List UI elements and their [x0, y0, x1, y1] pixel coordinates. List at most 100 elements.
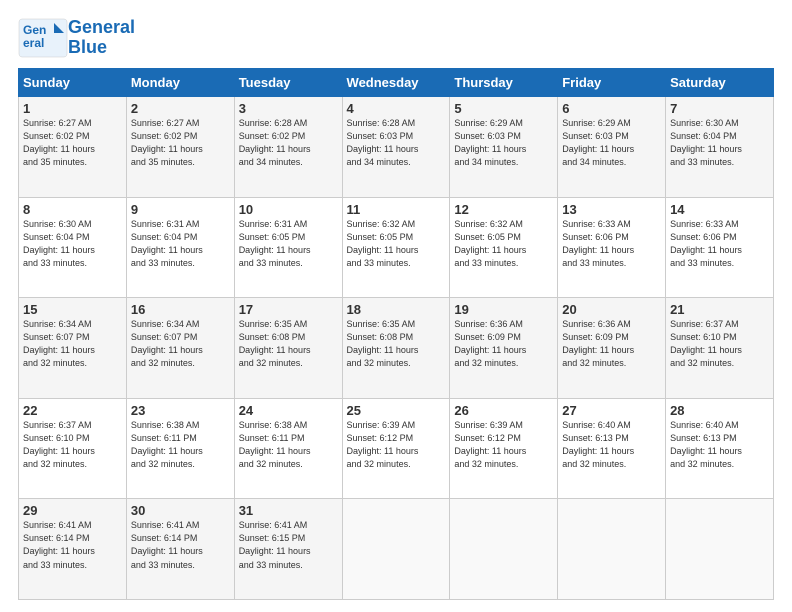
- day-info: Sunrise: 6:40 AMSunset: 6:13 PMDaylight:…: [670, 419, 769, 471]
- col-header-monday: Monday: [126, 69, 234, 97]
- calendar-cell: 17Sunrise: 6:35 AMSunset: 6:08 PMDayligh…: [234, 298, 342, 399]
- day-info: Sunrise: 6:32 AMSunset: 6:05 PMDaylight:…: [454, 218, 553, 270]
- day-number: 17: [239, 302, 338, 317]
- day-info: Sunrise: 6:34 AMSunset: 6:07 PMDaylight:…: [23, 318, 122, 370]
- calendar-cell: 30Sunrise: 6:41 AMSunset: 6:14 PMDayligh…: [126, 499, 234, 600]
- calendar-week-3: 15Sunrise: 6:34 AMSunset: 6:07 PMDayligh…: [19, 298, 774, 399]
- calendar-cell: 27Sunrise: 6:40 AMSunset: 6:13 PMDayligh…: [558, 398, 666, 499]
- day-number: 23: [131, 403, 230, 418]
- calendar-cell: 13Sunrise: 6:33 AMSunset: 6:06 PMDayligh…: [558, 197, 666, 298]
- day-info: Sunrise: 6:38 AMSunset: 6:11 PMDaylight:…: [131, 419, 230, 471]
- calendar-cell: 23Sunrise: 6:38 AMSunset: 6:11 PMDayligh…: [126, 398, 234, 499]
- day-info: Sunrise: 6:35 AMSunset: 6:08 PMDaylight:…: [347, 318, 446, 370]
- calendar-cell: 20Sunrise: 6:36 AMSunset: 6:09 PMDayligh…: [558, 298, 666, 399]
- calendar-cell: 2Sunrise: 6:27 AMSunset: 6:02 PMDaylight…: [126, 97, 234, 198]
- col-header-tuesday: Tuesday: [234, 69, 342, 97]
- calendar-cell: 15Sunrise: 6:34 AMSunset: 6:07 PMDayligh…: [19, 298, 127, 399]
- day-info: Sunrise: 6:39 AMSunset: 6:12 PMDaylight:…: [347, 419, 446, 471]
- day-info: Sunrise: 6:31 AMSunset: 6:04 PMDaylight:…: [131, 218, 230, 270]
- calendar-cell: 14Sunrise: 6:33 AMSunset: 6:06 PMDayligh…: [666, 197, 774, 298]
- logo-svg: Gen eral: [18, 18, 68, 58]
- day-number: 2: [131, 101, 230, 116]
- day-number: 6: [562, 101, 661, 116]
- calendar-cell: 3Sunrise: 6:28 AMSunset: 6:02 PMDaylight…: [234, 97, 342, 198]
- calendar-cell: 29Sunrise: 6:41 AMSunset: 6:14 PMDayligh…: [19, 499, 127, 600]
- calendar-cell: 1Sunrise: 6:27 AMSunset: 6:02 PMDaylight…: [19, 97, 127, 198]
- day-number: 26: [454, 403, 553, 418]
- svg-text:eral: eral: [23, 36, 44, 50]
- day-number: 12: [454, 202, 553, 217]
- day-info: Sunrise: 6:37 AMSunset: 6:10 PMDaylight:…: [23, 419, 122, 471]
- day-number: 11: [347, 202, 446, 217]
- header: Gen eral GeneralBlue: [18, 18, 774, 58]
- calendar-cell: 12Sunrise: 6:32 AMSunset: 6:05 PMDayligh…: [450, 197, 558, 298]
- day-info: Sunrise: 6:27 AMSunset: 6:02 PMDaylight:…: [23, 117, 122, 169]
- page: Gen eral GeneralBlue SundayMondayTuesday…: [0, 0, 792, 612]
- calendar-cell: 4Sunrise: 6:28 AMSunset: 6:03 PMDaylight…: [342, 97, 450, 198]
- col-header-sunday: Sunday: [19, 69, 127, 97]
- day-info: Sunrise: 6:38 AMSunset: 6:11 PMDaylight:…: [239, 419, 338, 471]
- svg-text:Gen: Gen: [23, 23, 46, 37]
- calendar-week-5: 29Sunrise: 6:41 AMSunset: 6:14 PMDayligh…: [19, 499, 774, 600]
- day-info: Sunrise: 6:29 AMSunset: 6:03 PMDaylight:…: [562, 117, 661, 169]
- day-info: Sunrise: 6:41 AMSunset: 6:14 PMDaylight:…: [131, 519, 230, 571]
- day-info: Sunrise: 6:34 AMSunset: 6:07 PMDaylight:…: [131, 318, 230, 370]
- calendar-cell: 8Sunrise: 6:30 AMSunset: 6:04 PMDaylight…: [19, 197, 127, 298]
- day-number: 7: [670, 101, 769, 116]
- day-info: Sunrise: 6:28 AMSunset: 6:02 PMDaylight:…: [239, 117, 338, 169]
- day-info: Sunrise: 6:39 AMSunset: 6:12 PMDaylight:…: [454, 419, 553, 471]
- calendar-week-2: 8Sunrise: 6:30 AMSunset: 6:04 PMDaylight…: [19, 197, 774, 298]
- day-number: 27: [562, 403, 661, 418]
- calendar-cell: 22Sunrise: 6:37 AMSunset: 6:10 PMDayligh…: [19, 398, 127, 499]
- day-number: 28: [670, 403, 769, 418]
- day-number: 24: [239, 403, 338, 418]
- day-number: 31: [239, 503, 338, 518]
- day-info: Sunrise: 6:41 AMSunset: 6:14 PMDaylight:…: [23, 519, 122, 571]
- day-number: 1: [23, 101, 122, 116]
- day-number: 3: [239, 101, 338, 116]
- day-number: 29: [23, 503, 122, 518]
- calendar-cell: 16Sunrise: 6:34 AMSunset: 6:07 PMDayligh…: [126, 298, 234, 399]
- calendar-cell: 26Sunrise: 6:39 AMSunset: 6:12 PMDayligh…: [450, 398, 558, 499]
- calendar-cell: 18Sunrise: 6:35 AMSunset: 6:08 PMDayligh…: [342, 298, 450, 399]
- day-number: 19: [454, 302, 553, 317]
- calendar-cell: 24Sunrise: 6:38 AMSunset: 6:11 PMDayligh…: [234, 398, 342, 499]
- calendar-cell: 11Sunrise: 6:32 AMSunset: 6:05 PMDayligh…: [342, 197, 450, 298]
- calendar-cell: [666, 499, 774, 600]
- calendar-cell: [342, 499, 450, 600]
- calendar-header-row: SundayMondayTuesdayWednesdayThursdayFrid…: [19, 69, 774, 97]
- calendar-cell: 31Sunrise: 6:41 AMSunset: 6:15 PMDayligh…: [234, 499, 342, 600]
- day-info: Sunrise: 6:33 AMSunset: 6:06 PMDaylight:…: [670, 218, 769, 270]
- day-info: Sunrise: 6:36 AMSunset: 6:09 PMDaylight:…: [454, 318, 553, 370]
- col-header-saturday: Saturday: [666, 69, 774, 97]
- col-header-wednesday: Wednesday: [342, 69, 450, 97]
- day-info: Sunrise: 6:32 AMSunset: 6:05 PMDaylight:…: [347, 218, 446, 270]
- day-number: 13: [562, 202, 661, 217]
- day-number: 25: [347, 403, 446, 418]
- logo-text: GeneralBlue: [68, 18, 135, 58]
- calendar: SundayMondayTuesdayWednesdayThursdayFrid…: [18, 68, 774, 600]
- calendar-cell: 21Sunrise: 6:37 AMSunset: 6:10 PMDayligh…: [666, 298, 774, 399]
- day-info: Sunrise: 6:40 AMSunset: 6:13 PMDaylight:…: [562, 419, 661, 471]
- calendar-cell: [450, 499, 558, 600]
- day-number: 14: [670, 202, 769, 217]
- day-number: 15: [23, 302, 122, 317]
- day-info: Sunrise: 6:33 AMSunset: 6:06 PMDaylight:…: [562, 218, 661, 270]
- day-info: Sunrise: 6:28 AMSunset: 6:03 PMDaylight:…: [347, 117, 446, 169]
- calendar-cell: 19Sunrise: 6:36 AMSunset: 6:09 PMDayligh…: [450, 298, 558, 399]
- day-info: Sunrise: 6:30 AMSunset: 6:04 PMDaylight:…: [23, 218, 122, 270]
- day-info: Sunrise: 6:35 AMSunset: 6:08 PMDaylight:…: [239, 318, 338, 370]
- calendar-cell: 5Sunrise: 6:29 AMSunset: 6:03 PMDaylight…: [450, 97, 558, 198]
- calendar-cell: 9Sunrise: 6:31 AMSunset: 6:04 PMDaylight…: [126, 197, 234, 298]
- calendar-cell: 7Sunrise: 6:30 AMSunset: 6:04 PMDaylight…: [666, 97, 774, 198]
- day-number: 16: [131, 302, 230, 317]
- day-number: 10: [239, 202, 338, 217]
- day-number: 20: [562, 302, 661, 317]
- day-info: Sunrise: 6:30 AMSunset: 6:04 PMDaylight:…: [670, 117, 769, 169]
- day-info: Sunrise: 6:27 AMSunset: 6:02 PMDaylight:…: [131, 117, 230, 169]
- day-number: 18: [347, 302, 446, 317]
- day-number: 30: [131, 503, 230, 518]
- day-number: 21: [670, 302, 769, 317]
- day-info: Sunrise: 6:37 AMSunset: 6:10 PMDaylight:…: [670, 318, 769, 370]
- calendar-cell: 28Sunrise: 6:40 AMSunset: 6:13 PMDayligh…: [666, 398, 774, 499]
